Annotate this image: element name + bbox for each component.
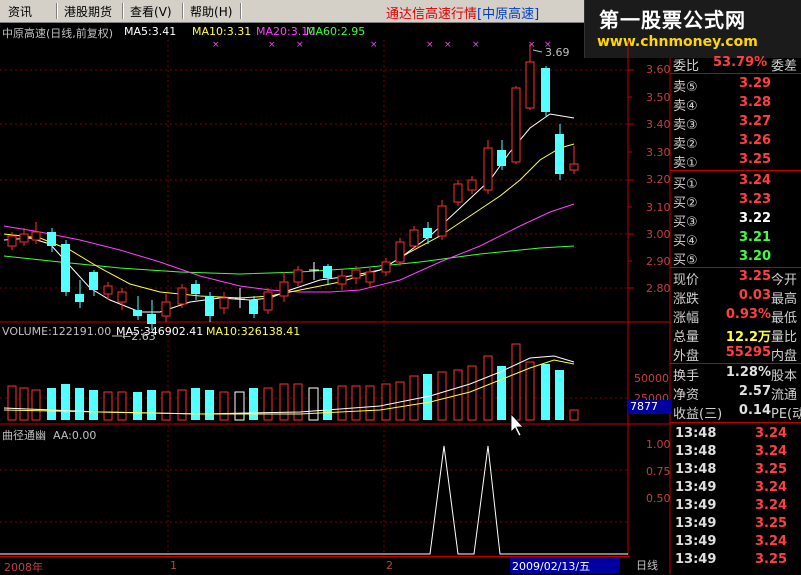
svg-text:×: × — [268, 40, 276, 50]
stat-row-turnover: 换手 1.28% 股本 — [673, 365, 798, 384]
tick-row: 13:49 3.24 — [675, 534, 788, 549]
ask-row[interactable]: 卖⑤ 3.29 — [673, 76, 801, 96]
tick-row: 13:48 3.24 — [675, 426, 788, 441]
volume-bars — [7, 343, 579, 421]
indicator-axis-label: 0.75 — [646, 465, 671, 478]
price-axis-label: 3.00 — [646, 228, 671, 241]
tick-row: 13:49 3.25 — [675, 552, 788, 567]
stat-row-pct: 涨幅 0.93% 最低 — [673, 307, 798, 326]
period-selector[interactable]: 日线 — [636, 557, 658, 573]
ask-row[interactable]: 卖③ 3.27 — [673, 114, 801, 134]
high-price-label: 3.69 — [545, 46, 570, 59]
ma60-line — [3, 245, 575, 275]
svg-text:×: × — [212, 40, 220, 50]
tick-row: 13:48 3.24 — [675, 444, 788, 459]
indicator-axis-label: 1.00 — [646, 438, 671, 451]
svg-text:×: × — [472, 40, 480, 50]
svg-text:×: × — [444, 40, 452, 50]
date-axis: 2008年 1 2 2009/02/13/五 — [0, 556, 630, 575]
price-axis-label: 3.20 — [646, 173, 671, 186]
ask-row[interactable]: 卖② 3.26 — [673, 133, 801, 153]
stat-row-volume: 总量 12.2万 量比 — [673, 330, 798, 345]
price-axis-label: 3.50 — [646, 91, 671, 104]
volume-cursor-tag: 7877 — [628, 400, 672, 414]
svg-text:×: × — [370, 40, 378, 50]
bid-row[interactable]: 买③ 3.22 — [673, 211, 801, 231]
volume-ma5: MA5:346902.41 — [116, 325, 204, 338]
stat-row-outer: 外盘 55295 内盘 — [673, 345, 798, 364]
wei-bi-row: 委比 53.79% 委差 — [673, 55, 798, 74]
bid-row[interactable]: 买① 3.24 — [673, 173, 801, 193]
volume-indicator: VOLUME:122191.00 — [2, 325, 112, 338]
bid-row[interactable]: 买④ 3.21 — [673, 230, 801, 250]
ask-row[interactable]: 卖① 3.25 — [673, 152, 801, 172]
price-axis-label: 3.10 — [646, 201, 671, 214]
date-axis-label: 2 — [386, 559, 393, 572]
date-axis-label: 1 — [170, 559, 177, 572]
stat-row-change: 涨跌 0.03 最高 — [673, 288, 798, 307]
tick-row: 13:48 3.25 — [675, 462, 788, 477]
candlesticks — [7, 44, 579, 330]
current-date-tag: 2009/02/13/五 — [510, 558, 620, 573]
signal-markers: × × × × × × × × × — [212, 40, 552, 50]
stat-row-nav: 净资 2.57 流通 — [673, 384, 798, 403]
svg-text:×: × — [528, 40, 536, 50]
volume-ma10: MA10:326138.41 — [206, 325, 301, 338]
price-axis-label: 3.40 — [646, 118, 671, 131]
price-axis-label: 2.90 — [646, 255, 671, 268]
indicator-line — [0, 445, 628, 555]
tick-row: 13:49 3.25 — [675, 516, 788, 531]
date-axis-label: 2008年 — [4, 561, 43, 574]
stat-row-eps: 收益(三) 0.14 PE(动 — [673, 403, 801, 422]
volume-axis-label: 50000 — [634, 372, 669, 385]
price-axis-label: 3.60 — [646, 63, 671, 76]
price-axis-label: 2.80 — [646, 282, 671, 295]
indicator-name: 曲径通幽 AA:0.00 — [2, 429, 97, 442]
stat-row-price: 现价 3.25 今开 — [673, 269, 798, 288]
ask-row[interactable]: 卖④ 3.28 — [673, 95, 801, 115]
tick-row: 13:49 3.24 — [675, 480, 788, 495]
bid-row[interactable]: 买② 3.23 — [673, 192, 801, 212]
svg-text:×: × — [426, 40, 434, 50]
indicator-axis-label: 0.50 — [646, 492, 671, 505]
price-axis-label: 3.30 — [646, 146, 671, 159]
tick-row: 13:49 3.24 — [675, 498, 788, 513]
bid-row[interactable]: 买⑤ 3.20 — [673, 249, 801, 269]
svg-text:×: × — [296, 40, 304, 50]
